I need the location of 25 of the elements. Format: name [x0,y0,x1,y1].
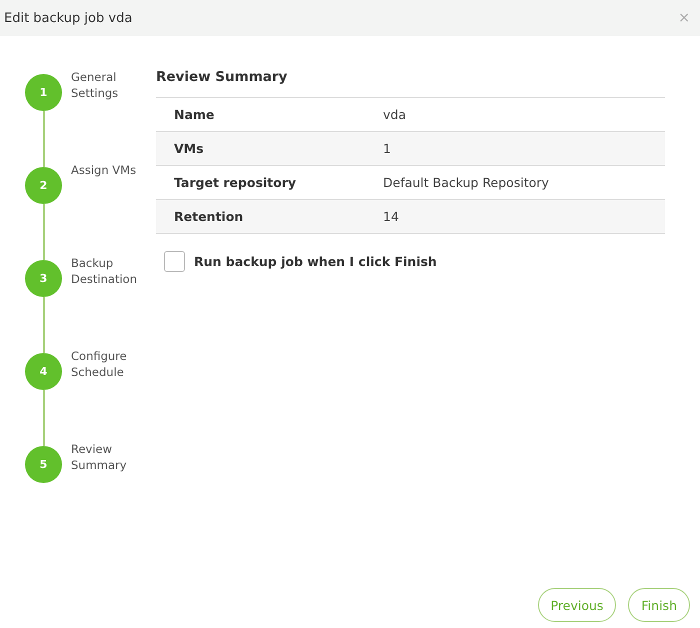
row-value: 14 [383,209,399,224]
row-label: Name [173,107,216,122]
close-button[interactable]: × [678,10,690,26]
section-title: Review Summary [156,69,288,85]
row-value: 1 [383,141,391,156]
step-number: 4 [25,353,62,390]
step-label: Review Summary [71,441,128,473]
step-number: 1 [25,74,62,111]
step-number: 3 [25,260,62,297]
row-value: Default Backup Repository [383,175,549,190]
step-label: General Settings [71,69,120,101]
step-label: Backup Destination [71,255,138,287]
checkbox[interactable] [164,251,185,272]
step-label: Configure Schedule [71,348,128,380]
row-label: VMs [173,141,205,156]
previous-button[interactable]: Previous [538,588,616,622]
step-label: Assign VMs [71,162,138,178]
step-number: 5 [25,446,62,483]
row-label: Target repository [173,175,298,190]
checkbox-label: Run backup job when I click Finish [194,254,437,269]
step-number: 2 [25,167,62,204]
row-value: vda [383,107,406,122]
window-title: Edit backup job vda [4,10,132,26]
finish-button[interactable]: Finish [628,588,690,622]
row-label: Retention [173,209,244,224]
